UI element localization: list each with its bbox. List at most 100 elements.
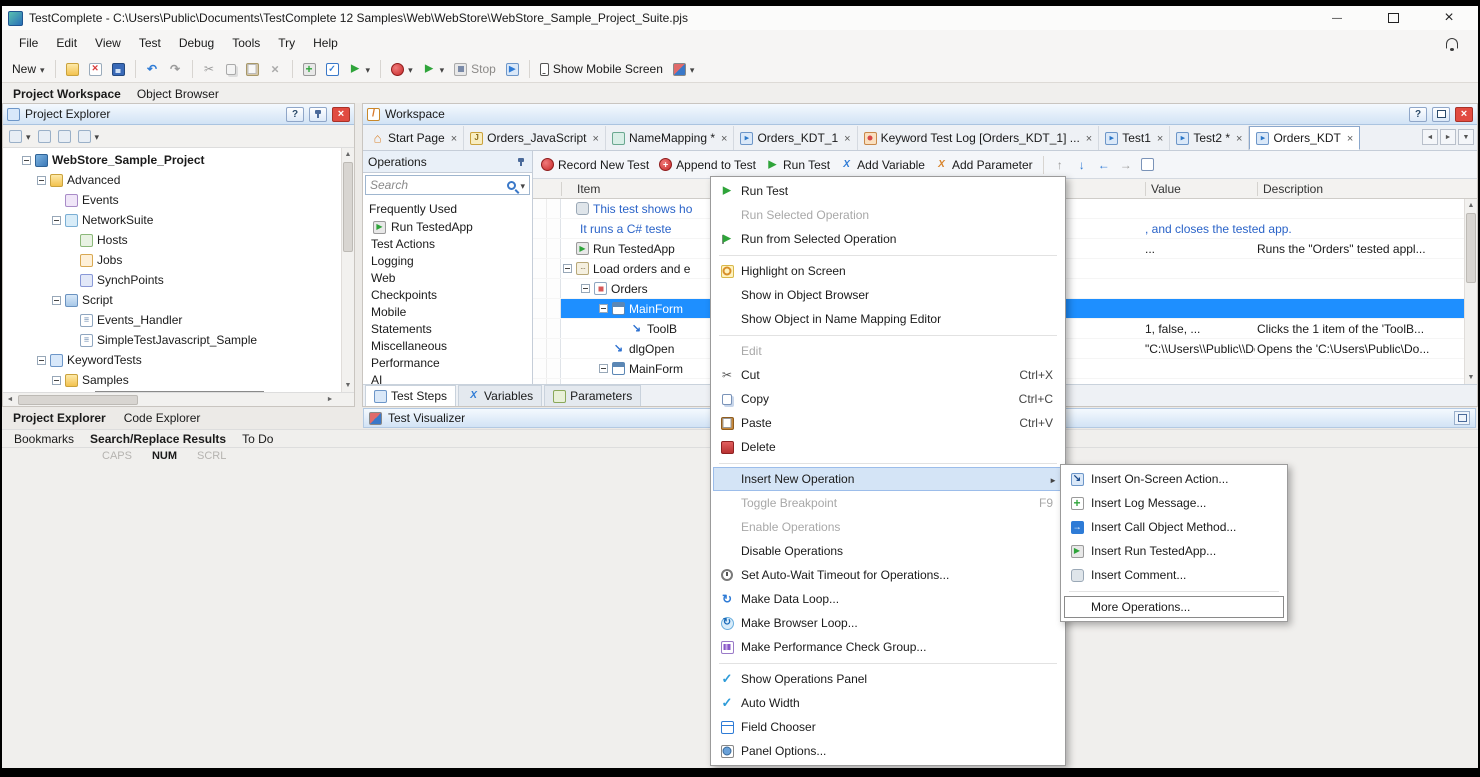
menu-debug[interactable]: Debug <box>170 32 223 54</box>
scroll-left-icon[interactable] <box>3 393 17 406</box>
close-tab-icon[interactable] <box>1084 131 1092 145</box>
add-parameter-button[interactable]: Add Parameter <box>931 156 1037 174</box>
view-mode-button[interactable] <box>56 129 73 144</box>
move-down-button[interactable] <box>1072 155 1092 175</box>
close-tab-icon[interactable] <box>1345 131 1353 145</box>
menu-item-make-performance-check-group[interactable]: Make Performance Check Group... <box>713 635 1063 659</box>
operations-category-test-actions[interactable]: Test Actions <box>363 236 532 253</box>
scroll-down-icon[interactable] <box>1465 371 1477 384</box>
scroll-tabs-right-icon[interactable] <box>1440 129 1456 145</box>
operations-category-statements[interactable]: Statements <box>363 321 532 338</box>
doc-tab-namemapping[interactable]: NameMapping * <box>606 126 734 150</box>
menu-item-disable-operations[interactable]: Disable Operations <box>713 539 1063 563</box>
tree-item-script[interactable]: Script <box>3 290 354 310</box>
column-header-value[interactable]: Value <box>1151 182 1181 196</box>
stop-button[interactable]: Stop <box>450 60 500 78</box>
close-tab-icon[interactable] <box>591 131 599 145</box>
operations-search-box[interactable]: Search <box>365 175 530 195</box>
menu-item-make-browser-loop[interactable]: Make Browser Loop... <box>713 611 1063 635</box>
expand-collapse-toggle[interactable] <box>52 216 61 225</box>
tree-item-advanced[interactable]: Advanced <box>3 170 354 190</box>
menu-item-insert-new-operation[interactable]: Insert New Operation <box>713 467 1063 491</box>
close-tab-icon[interactable] <box>1234 131 1242 145</box>
pin-icon[interactable] <box>514 155 527 168</box>
menu-item-insert-run-testedapp[interactable]: Insert Run TestedApp... <box>1063 539 1285 563</box>
panel-tab-code-explorer[interactable]: Code Explorer <box>115 409 210 427</box>
operations-category-web[interactable]: Web <box>363 270 532 287</box>
move-up-button[interactable] <box>1050 155 1070 175</box>
menu-item-run-from-selected-operation[interactable]: Run from Selected Operation <box>713 227 1063 251</box>
menu-item-auto-width[interactable]: Auto Width <box>713 691 1063 715</box>
close-tab-icon[interactable] <box>449 131 457 145</box>
save-all-button[interactable] <box>108 61 129 78</box>
menu-item-show-operations-panel[interactable]: Show Operations Panel <box>713 667 1063 691</box>
menu-item-insert-on-screen-action[interactable]: Insert On-Screen Action... <box>1063 467 1285 491</box>
menu-item-delete[interactable]: Delete <box>713 435 1063 459</box>
result-tab-to-do[interactable]: To Do <box>234 432 281 446</box>
menu-item-enable-operations[interactable]: Enable Operations <box>713 515 1063 539</box>
scroll-tabs-left-icon[interactable] <box>1422 129 1438 145</box>
tree-item-simpletestjavascript-sample[interactable]: SimpleTestJavascript_Sample <box>3 330 354 350</box>
doc-tab-test2[interactable]: Test2 * <box>1170 126 1249 150</box>
menu-item-make-data-loop[interactable]: Make Data Loop... <box>713 587 1063 611</box>
column-header-item[interactable]: Item <box>577 182 600 196</box>
checkpoint-wizard-button[interactable] <box>322 61 343 78</box>
pin-icon[interactable] <box>309 107 327 122</box>
expand-collapse-toggle[interactable] <box>52 296 61 305</box>
menu-item-more-operations[interactable]: More Operations... <box>1063 595 1285 619</box>
close-icon[interactable] <box>1434 8 1464 28</box>
menu-item-insert-log-message[interactable]: Insert Log Message... <box>1063 491 1285 515</box>
column-divider[interactable] <box>1145 182 1146 196</box>
operations-category-logging[interactable]: Logging <box>363 253 532 270</box>
menu-item-toggle-breakpoint[interactable]: Toggle BreakpointF9 <box>713 491 1063 515</box>
menu-view[interactable]: View <box>86 32 130 54</box>
record-test-button[interactable] <box>387 60 417 78</box>
tree-horizontal-scrollbar[interactable] <box>3 392 354 406</box>
doc-tab-keyword-test-log-orders-kdt-1[interactable]: Keyword Test Log [Orders_KDT_1] ... <box>858 126 1100 150</box>
expand-collapse-toggle[interactable] <box>37 176 46 185</box>
help-icon[interactable] <box>1409 107 1427 122</box>
close-panel-icon[interactable] <box>332 107 350 122</box>
tab-list-dropdown-icon[interactable] <box>1458 129 1474 145</box>
redo-button[interactable] <box>165 61 186 78</box>
operations-category-performance[interactable]: Performance <box>363 355 532 372</box>
menu-item-cut[interactable]: CutCtrl+X <box>713 363 1063 387</box>
expand-collapse-toggle[interactable] <box>52 376 61 385</box>
tree-item-webstore-sample-project[interactable]: WebStore_Sample_Project <box>3 150 354 170</box>
doc-tab-start-page[interactable]: Start Page <box>365 126 464 150</box>
tree-item-events[interactable]: Events <box>3 190 354 210</box>
show-mobile-screen-button[interactable]: Show Mobile Screen <box>536 60 667 78</box>
expand-collapse-toggle[interactable] <box>37 356 46 365</box>
menu-item-copy[interactable]: CopyCtrl+C <box>713 387 1063 411</box>
panel-splitter[interactable] <box>355 103 362 407</box>
operations-category-miscellaneous[interactable]: Miscellaneous <box>363 338 532 355</box>
add-item-button[interactable] <box>7 128 33 144</box>
add-tested-app-button[interactable] <box>299 61 320 78</box>
scroll-up-icon[interactable] <box>342 148 354 161</box>
menu-item-run-selected-operation[interactable]: Run Selected Operation <box>713 203 1063 227</box>
perspective-tab-object-browser[interactable]: Object Browser <box>134 85 222 103</box>
menu-item-insert-comment[interactable]: Insert Comment... <box>1063 563 1285 587</box>
scroll-down-icon[interactable] <box>342 379 354 392</box>
close-tab-icon[interactable] <box>842 131 850 145</box>
menu-item-highlight-on-screen[interactable]: Highlight on Screen <box>713 259 1063 283</box>
column-divider[interactable] <box>561 182 562 196</box>
menu-item-set-auto-wait-timeout-for-operations[interactable]: Set Auto-Wait Timeout for Operations... <box>713 563 1063 587</box>
scrollbar-thumb[interactable] <box>1466 213 1476 283</box>
expand-collapse-toggle[interactable] <box>581 284 590 293</box>
operation-item-run-testedapp[interactable]: Run TestedApp <box>363 218 532 236</box>
chevron-down-icon[interactable] <box>520 178 525 192</box>
editor-tab-variables[interactable]: Variables <box>458 385 542 406</box>
undo-button[interactable] <box>142 61 163 78</box>
menu-item-run-test[interactable]: Run Test <box>713 179 1063 203</box>
record-new-test-button[interactable]: Record New Test <box>537 156 653 174</box>
editor-tab-test-steps[interactable]: Test Steps <box>365 385 456 406</box>
menu-tools[interactable]: Tools <box>223 32 269 54</box>
menu-try[interactable]: Try <box>269 32 304 54</box>
open-item-button[interactable] <box>36 129 53 144</box>
scroll-right-icon[interactable] <box>323 393 337 406</box>
operations-category-mobile[interactable]: Mobile <box>363 304 532 321</box>
move-left-button[interactable] <box>1094 155 1114 175</box>
menu-item-edit[interactable]: Edit <box>713 339 1063 363</box>
result-tab-bookmarks[interactable]: Bookmarks <box>6 432 82 446</box>
